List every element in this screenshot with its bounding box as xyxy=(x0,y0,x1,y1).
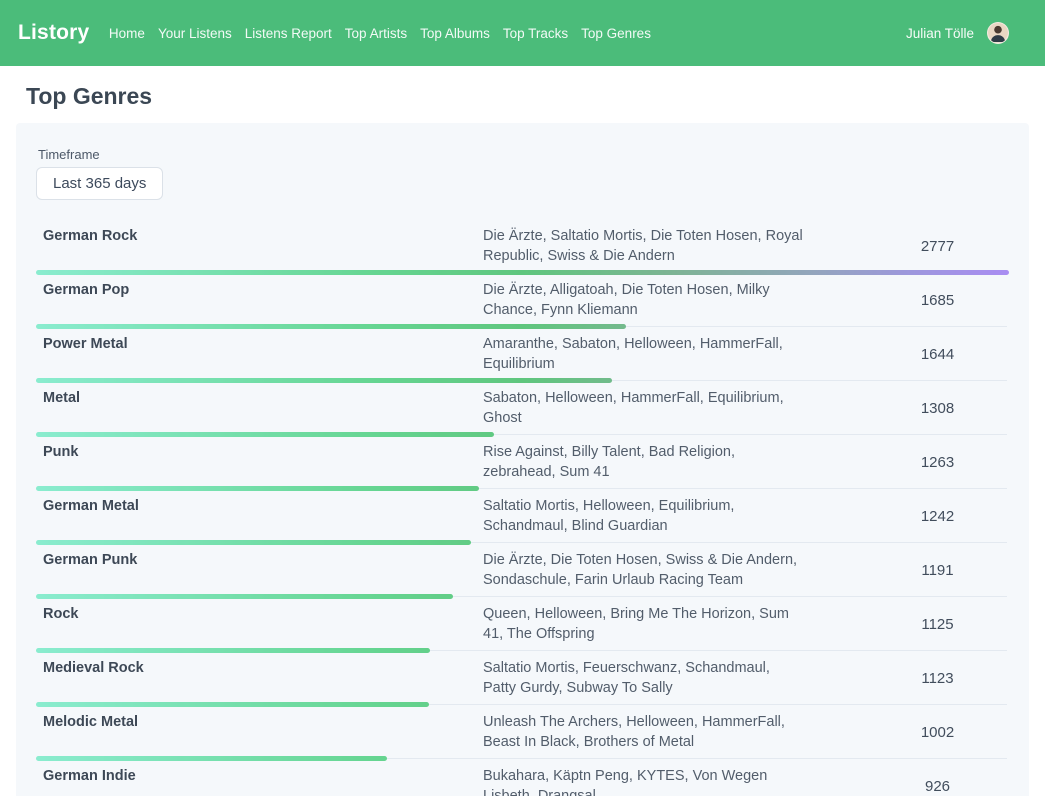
genre-artists: Amaranthe, Sabaton, Helloween, HammerFal… xyxy=(483,334,803,374)
genre-bar xyxy=(36,432,494,437)
timeframe-select[interactable]: Last 365 days xyxy=(36,167,163,200)
page-title: Top Genres xyxy=(26,83,1029,110)
genre-bar-track xyxy=(36,594,1009,599)
nav-item-top-genres[interactable]: Top Genres xyxy=(575,20,658,47)
genre-bar-track xyxy=(36,648,1009,653)
genre-row: German Metal Saltatio Mortis, Helloween,… xyxy=(36,491,1009,545)
genre-count: 1191 xyxy=(866,562,1009,579)
genre-bar-track xyxy=(36,486,1009,491)
genre-count: 1308 xyxy=(866,400,1009,417)
genre-count: 2777 xyxy=(866,238,1009,255)
genre-rows: German Rock Die Ärzte, Saltatio Mortis, … xyxy=(36,221,1009,796)
genre-row: Rock Queen, Helloween, Bring Me The Hori… xyxy=(36,599,1009,653)
genre-name: Punk xyxy=(36,442,483,482)
genre-artists: Die Ärzte, Saltatio Mortis, Die Toten Ho… xyxy=(483,226,803,266)
genre-name: German Indie xyxy=(36,766,483,796)
genre-name: German Pop xyxy=(36,280,483,320)
genre-row: Melodic Metal Unleash The Archers, Hello… xyxy=(36,707,1009,761)
genre-bar xyxy=(36,756,387,761)
genre-row: German Indie Bukahara, Käptn Peng, KYTES… xyxy=(36,761,1009,796)
genre-bar-track xyxy=(36,432,1009,437)
nav-item-your-listens[interactable]: Your Listens xyxy=(151,20,238,47)
genre-count: 1644 xyxy=(866,346,1009,363)
genre-artists: Saltatio Mortis, Helloween, Equilibrium,… xyxy=(483,496,803,536)
genre-name: Melodic Metal xyxy=(36,712,483,752)
genre-count: 1263 xyxy=(866,454,1009,471)
genre-name: Metal xyxy=(36,388,483,428)
genre-count: 1125 xyxy=(866,616,1009,633)
genre-row: Power Metal Amaranthe, Sabaton, Hellowee… xyxy=(36,329,1009,383)
nav-item-listens-report[interactable]: Listens Report xyxy=(238,20,338,47)
genre-artists: Saltatio Mortis, Feuerschwanz, Schandmau… xyxy=(483,658,803,698)
genre-bar xyxy=(36,486,479,491)
genre-name: Rock xyxy=(36,604,483,644)
genre-artists: Die Ärzte, Die Toten Hosen, Swiss & Die … xyxy=(483,550,803,590)
genre-name: German Metal xyxy=(36,496,483,536)
genre-count: 1242 xyxy=(866,508,1009,525)
genre-bar xyxy=(36,270,1009,275)
user-name: Julian Tölle xyxy=(906,26,974,41)
genre-row: German Punk Die Ärzte, Die Toten Hosen, … xyxy=(36,545,1009,599)
genre-name: Medieval Rock xyxy=(36,658,483,698)
genre-bar-track xyxy=(36,540,1009,545)
genre-bar-track xyxy=(36,702,1009,707)
genre-row: Metal Sabaton, Helloween, HammerFall, Eq… xyxy=(36,383,1009,437)
genre-artists: Bukahara, Käptn Peng, KYTES, Von Wegen L… xyxy=(483,766,803,796)
genre-count: 926 xyxy=(866,778,1009,795)
nav-item-top-albums[interactable]: Top Albums xyxy=(414,20,497,47)
genre-row: German Pop Die Ärzte, Alligatoah, Die To… xyxy=(36,275,1009,329)
genre-artists: Unleash The Archers, Helloween, HammerFa… xyxy=(483,712,803,752)
genre-row: Punk Rise Against, Billy Talent, Bad Rel… xyxy=(36,437,1009,491)
app-header: Listory Home Your Listens Listens Report… xyxy=(0,0,1045,66)
nav-item-top-artists[interactable]: Top Artists xyxy=(338,20,413,47)
nav-item-home[interactable]: Home xyxy=(102,20,151,47)
genre-artists: Rise Against, Billy Talent, Bad Religion… xyxy=(483,442,803,482)
genre-count: 1685 xyxy=(866,292,1009,309)
genre-name: German Punk xyxy=(36,550,483,590)
genre-bar xyxy=(36,648,430,653)
user-menu[interactable]: Julian Tölle xyxy=(906,22,1009,44)
main-nav: Home Your Listens Listens Report Top Art… xyxy=(102,20,657,47)
genre-bar xyxy=(36,702,429,707)
genre-count: 1002 xyxy=(866,724,1009,741)
genre-bar xyxy=(36,324,626,329)
genre-bar-track xyxy=(36,324,1009,329)
page: Top Genres Timeframe Last 365 days Germa… xyxy=(0,83,1045,796)
genre-bar-track xyxy=(36,270,1009,275)
genre-bar xyxy=(36,540,471,545)
nav-item-top-tracks[interactable]: Top Tracks xyxy=(496,20,574,47)
genre-row: Medieval Rock Saltatio Mortis, Feuerschw… xyxy=(36,653,1009,707)
genre-artists: Sabaton, Helloween, HammerFall, Equilibr… xyxy=(483,388,803,428)
top-genres-card: Timeframe Last 365 days German Rock Die … xyxy=(16,123,1029,796)
timeframe-label: Timeframe xyxy=(38,147,1009,162)
genre-count: 1123 xyxy=(866,670,1009,687)
genre-artists: Die Ärzte, Alligatoah, Die Toten Hosen, … xyxy=(483,280,803,320)
genre-bar-track xyxy=(36,756,1009,761)
app-logo[interactable]: Listory xyxy=(18,21,89,45)
genre-name: German Rock xyxy=(36,226,483,266)
genre-bar xyxy=(36,594,453,599)
genre-name: Power Metal xyxy=(36,334,483,374)
genre-row: German Rock Die Ärzte, Saltatio Mortis, … xyxy=(36,221,1009,275)
genre-artists: Queen, Helloween, Bring Me The Horizon, … xyxy=(483,604,803,644)
genre-bar-track xyxy=(36,378,1009,383)
user-avatar-icon[interactable] xyxy=(987,22,1009,44)
genre-bar xyxy=(36,378,612,383)
